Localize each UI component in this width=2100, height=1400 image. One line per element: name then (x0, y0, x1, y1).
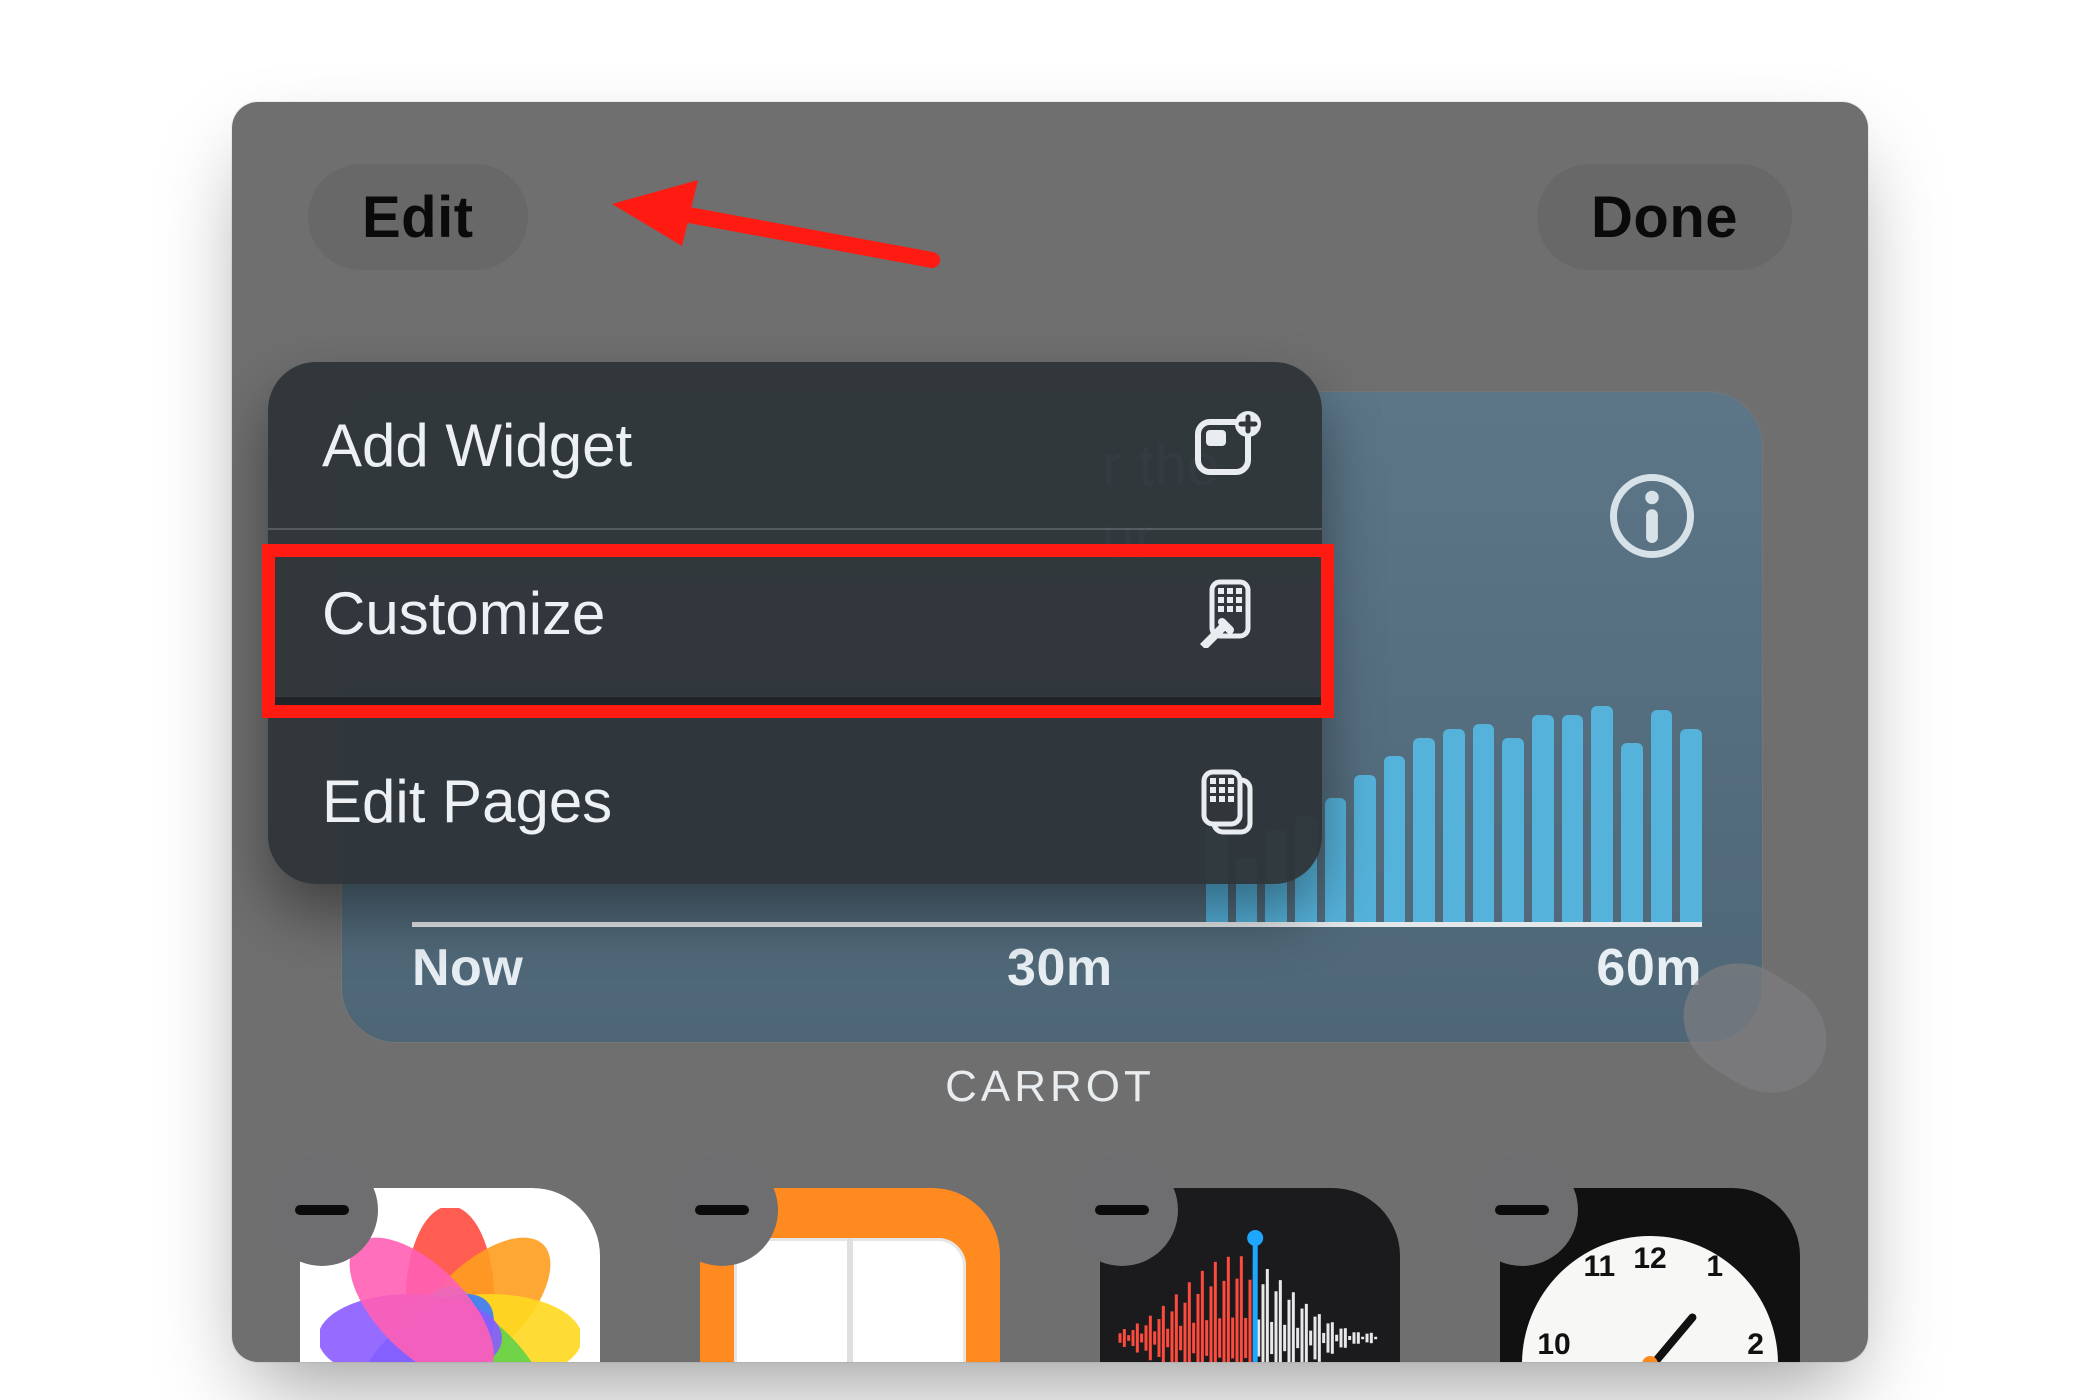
remove-app-icon[interactable] (266, 1154, 378, 1266)
remove-app-icon[interactable] (666, 1154, 778, 1266)
axis-line (412, 922, 1702, 927)
axis-labels: Now 30m 60m (412, 938, 1702, 998)
customize-icon (1192, 578, 1262, 648)
axis-60m: 60m (1596, 938, 1702, 998)
axis-now: Now (412, 938, 523, 998)
menu-item-label: Add Widget (322, 411, 632, 480)
app-voice-memos[interactable] (1100, 1162, 1400, 1362)
screenshot-card: Edit Done r the ur Now 30m 60m CARROT Ad… (232, 102, 1868, 1362)
remove-app-icon[interactable] (1066, 1154, 1178, 1266)
menu-item-add-widget[interactable]: Add Widget (268, 362, 1322, 528)
axis-30m: 30m (1007, 938, 1113, 998)
menu-item-label: Customize (322, 579, 605, 648)
menu-item-customize[interactable]: Customize (268, 530, 1322, 696)
widget-name-label: CARROT (232, 1062, 1868, 1112)
edit-pages-icon (1192, 766, 1262, 836)
done-button[interactable]: Done (1537, 164, 1792, 270)
add-widget-icon (1192, 410, 1262, 480)
remove-app-icon[interactable] (1466, 1154, 1578, 1266)
menu-item-label: Edit Pages (322, 767, 612, 836)
app-photos[interactable] (300, 1162, 600, 1362)
menu-item-edit-pages[interactable]: Edit Pages (268, 718, 1322, 884)
app-clock[interactable]: 12 1 11 2 10 (1500, 1162, 1800, 1362)
edit-menu: Add Widget Customize (268, 362, 1322, 884)
app-grid: 12 1 11 2 10 (300, 1162, 1800, 1362)
app-books[interactable] (700, 1162, 1000, 1362)
edit-button[interactable]: Edit (308, 164, 528, 270)
info-icon[interactable] (1610, 474, 1694, 558)
